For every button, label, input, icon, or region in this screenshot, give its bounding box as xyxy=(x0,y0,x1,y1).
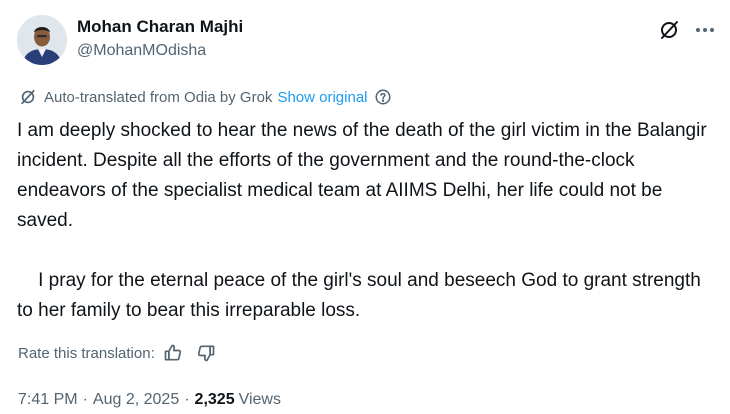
post-text: I am deeply shocked to hear the news of … xyxy=(17,120,707,321)
translation-notice: Auto-translated from Odia by Grok Show o… xyxy=(18,86,392,108)
meta-separator: · xyxy=(82,391,88,408)
author-names: Mohan Charan Majhi @MohanMOdisha xyxy=(77,16,243,62)
post-time[interactable]: 7:41 PM xyxy=(18,391,78,409)
post-header: Mohan Charan Majhi @MohanMOdisha xyxy=(17,12,717,68)
meta-separator: · xyxy=(184,391,190,408)
translation-label: Auto-translated from Odia by Grok xyxy=(44,88,273,106)
thumbs-up-icon[interactable] xyxy=(163,343,183,363)
post-date[interactable]: Aug 2, 2025 xyxy=(93,391,179,409)
views-label: Views xyxy=(238,391,281,408)
display-name[interactable]: Mohan Charan Majhi xyxy=(77,16,243,38)
translate-slash-icon xyxy=(18,87,38,107)
avatar[interactable] xyxy=(17,15,67,65)
thumbs-down-icon[interactable] xyxy=(196,343,216,363)
views-count: 2,325 xyxy=(194,391,235,408)
show-original-link[interactable]: Show original xyxy=(277,89,367,106)
post-meta: 7:41 PM · Aug 2, 2025 · 2,325 Views xyxy=(18,389,281,411)
grok-slash-icon[interactable] xyxy=(657,18,681,42)
help-circle-icon[interactable] xyxy=(374,88,392,106)
more-options-icon[interactable] xyxy=(693,18,717,42)
rate-label: Rate this translation: xyxy=(18,344,155,362)
user-handle[interactable]: @MohanMOdisha xyxy=(77,40,243,62)
rate-translation: Rate this translation: xyxy=(18,341,216,365)
